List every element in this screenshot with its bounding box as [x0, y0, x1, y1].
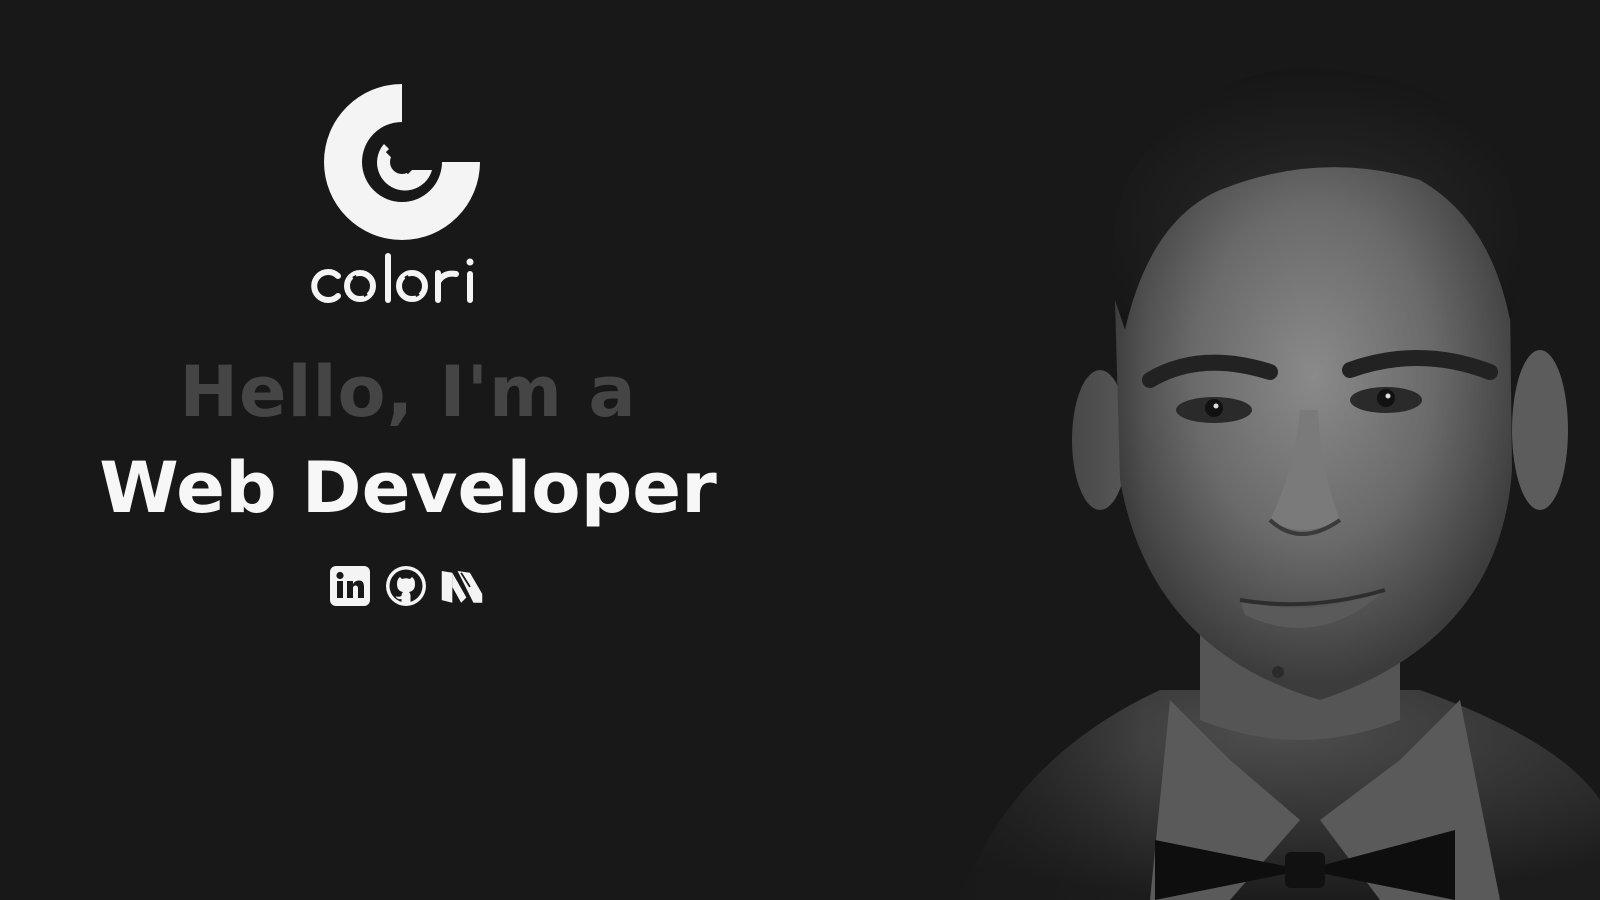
medium-icon [441, 571, 483, 603]
social-links [328, 564, 484, 608]
hero-role: Web Developer [99, 447, 717, 529]
hero-greeting: Hello, I'm a [179, 351, 637, 433]
linkedin-link[interactable] [328, 564, 372, 608]
page: Hello, I'm a Web Developer [0, 0, 1600, 900]
github-link[interactable] [384, 564, 428, 608]
medium-link[interactable] [440, 564, 484, 608]
logo-wordmark [311, 253, 474, 303]
brand-logo[interactable] [311, 78, 486, 310]
hero-section: Hello, I'm a Web Developer [0, 0, 800, 900]
logo-mark-icon [324, 84, 480, 240]
portrait-illustration [900, 0, 1600, 900]
github-icon [386, 566, 426, 606]
linkedin-icon [330, 566, 370, 606]
profile-portrait [900, 0, 1600, 900]
